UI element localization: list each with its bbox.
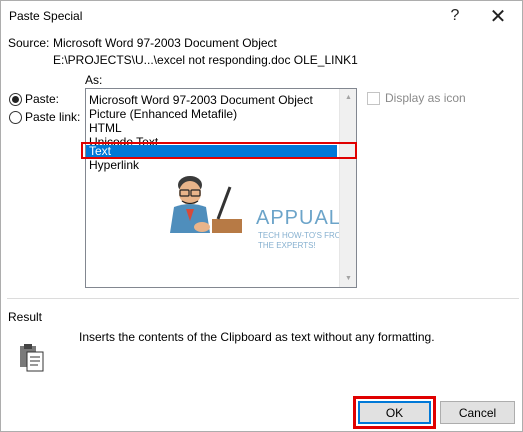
source-label: Source: [8, 36, 50, 50]
scroll-down-icon[interactable]: ▼ [340, 270, 356, 287]
watermark-tagline-2: THE EXPERTS! [258, 241, 316, 250]
paste-link-radio[interactable] [9, 111, 22, 124]
list-item[interactable]: Picture (Enhanced Metafile) [89, 108, 237, 121]
display-as-icon-checkbox[interactable] [367, 92, 380, 105]
list-item[interactable]: Hyperlink [89, 159, 139, 172]
scroll-up-icon[interactable]: ▲ [340, 89, 356, 106]
result-description: Inserts the contents of the Clipboard as… [79, 330, 435, 344]
paste-radio[interactable] [9, 93, 22, 106]
help-button[interactable]: ? [435, 1, 475, 31]
as-label: As: [85, 73, 103, 87]
clipboard-icon [20, 344, 44, 372]
ok-highlight-outline [353, 396, 436, 429]
source-path: E:\PROJECTS\U...\excel not responding.do… [53, 53, 358, 67]
display-as-icon-label[interactable]: Display as icon [385, 91, 466, 105]
paste-link-radio-label[interactable]: Paste link: [25, 110, 80, 124]
close-icon: ✕ [489, 5, 507, 28]
paste-special-dialog: Paste Special ? ✕ Source: Microsoft Word… [0, 0, 523, 432]
selection-highlight-outline [81, 142, 357, 159]
list-item[interactable]: Microsoft Word 97-2003 Document Object [89, 94, 313, 107]
cancel-button[interactable]: Cancel [440, 401, 515, 424]
list-item[interactable]: HTML [89, 122, 122, 135]
dialog-title: Paste Special [9, 9, 83, 23]
as-listbox[interactable]: Microsoft Word 97-2003 Document Object P… [85, 88, 357, 288]
help-icon: ? [450, 7, 460, 24]
listbox-scrollbar[interactable]: ▲ ▼ [339, 89, 356, 287]
result-label: Result [8, 310, 43, 324]
title-bar: Paste Special ? ✕ [1, 1, 522, 32]
result-divider [7, 298, 519, 299]
source-name: Microsoft Word 97-2003 Document Object [53, 36, 277, 50]
paste-radio-label[interactable]: Paste: [25, 92, 59, 106]
close-button[interactable]: ✕ [478, 1, 518, 31]
watermark-tagline-1: TECH HOW-TO'S FROM [258, 231, 348, 240]
